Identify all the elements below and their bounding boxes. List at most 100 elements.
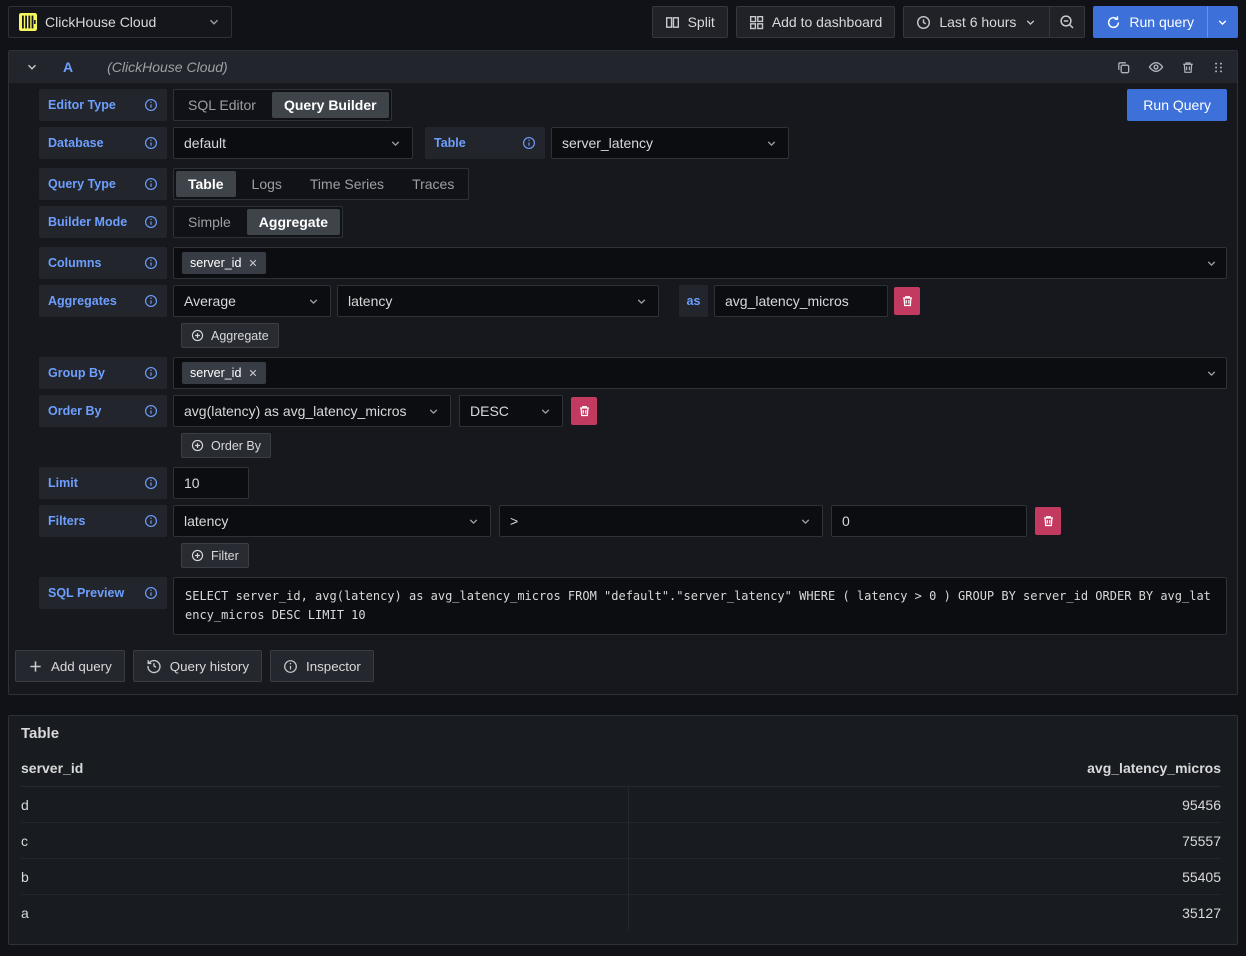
eye-icon[interactable]: [1148, 59, 1164, 75]
clickhouse-logo-icon: [19, 13, 37, 31]
split-label: Split: [688, 14, 715, 30]
sync-icon: [1106, 15, 1121, 30]
query-datasource-hint: (ClickHouse Cloud): [107, 59, 228, 75]
info-icon[interactable]: [144, 476, 158, 490]
collapse-chevron-icon[interactable]: [25, 60, 39, 74]
builder-mode-label: Builder Mode: [48, 215, 127, 229]
builder-mode-option-simple[interactable]: Simple: [174, 209, 245, 235]
chevron-down-icon: [635, 295, 648, 308]
order-by-field-select[interactable]: avg(latency) as avg_latency_micros: [173, 395, 451, 427]
filters-label-cell: Filters: [39, 505, 167, 537]
aggregate-function-select[interactable]: Average: [173, 285, 331, 317]
remove-aggregate-button[interactable]: [894, 287, 920, 315]
inspector-label: Inspector: [306, 659, 361, 674]
add-filter-subrow: Filter: [181, 543, 1227, 568]
query-type-option-traces[interactable]: Traces: [398, 171, 468, 197]
add-query-label: Add query: [51, 659, 112, 674]
x-icon[interactable]: [248, 368, 258, 378]
table-cell-value: 35127: [629, 905, 1221, 921]
add-filter-button[interactable]: Filter: [181, 543, 249, 568]
order-by-label: Order By: [48, 404, 102, 418]
aggregate-alias-input[interactable]: [714, 285, 888, 317]
filter-operator-select[interactable]: >: [499, 505, 823, 537]
database-label-cell: Database: [39, 127, 167, 159]
run-query-inline-button[interactable]: Run Query: [1127, 89, 1227, 121]
info-icon[interactable]: [144, 256, 158, 270]
add-aggregate-button[interactable]: Aggregate: [181, 323, 279, 348]
info-icon[interactable]: [144, 177, 158, 191]
query-type-label: Query Type: [48, 177, 116, 191]
group-by-multiselect[interactable]: server_id: [173, 357, 1227, 389]
duplicate-query-button[interactable]: [1116, 60, 1131, 75]
add-order-by-button[interactable]: Order By: [181, 433, 271, 458]
info-icon[interactable]: [144, 514, 158, 528]
table-row[interactable]: b 55405: [21, 859, 1221, 895]
info-icon[interactable]: [144, 136, 158, 150]
editor-type-option-sql-editor[interactable]: SQL Editor: [174, 92, 270, 118]
query-type-option-logs[interactable]: Logs: [238, 171, 296, 197]
add-order-by-subrow: Order By: [181, 433, 1227, 458]
info-icon[interactable]: [144, 294, 158, 308]
delete-query-button[interactable]: [1181, 60, 1195, 75]
editor-type-option-query-builder[interactable]: Query Builder: [272, 92, 389, 118]
table-select[interactable]: server_latency: [551, 127, 789, 159]
info-icon[interactable]: [144, 98, 158, 112]
remove-filter-button[interactable]: [1035, 507, 1061, 535]
query-history-label: Query history: [170, 659, 249, 674]
table-row[interactable]: a 35127: [21, 895, 1221, 931]
inspector-button[interactable]: Inspector: [270, 650, 374, 682]
table-label-cell: Table: [425, 127, 545, 159]
circle-plus-icon: [191, 439, 204, 452]
query-builder-body: Run Query Editor Type SQL Editor Query B…: [9, 83, 1237, 635]
chevron-down-icon: [1205, 367, 1218, 380]
limit-row: Limit: [39, 467, 1227, 499]
query-type-option-table[interactable]: Table: [176, 171, 236, 197]
database-table-row: Database default Table server_latency: [39, 127, 1227, 159]
run-query-caret-button[interactable]: [1207, 6, 1238, 38]
filter-field-select[interactable]: latency: [173, 505, 491, 537]
query-type-option-time-series[interactable]: Time Series: [296, 171, 398, 197]
info-icon[interactable]: [144, 586, 158, 600]
drag-handle-icon[interactable]: [1212, 60, 1225, 75]
datasource-picker[interactable]: ClickHouse Cloud: [8, 6, 232, 38]
table-value: server_latency: [562, 135, 653, 151]
table-column-header-server-id[interactable]: server_id: [21, 760, 83, 776]
columns-chip-label: server_id: [190, 256, 241, 270]
database-select[interactable]: default: [173, 127, 413, 159]
filters-row: Filters latency >: [39, 505, 1227, 537]
aggregate-column-select[interactable]: latency: [337, 285, 659, 317]
split-button[interactable]: Split: [652, 6, 728, 38]
filter-value-input[interactable]: [831, 505, 1027, 537]
order-by-direction-value: DESC: [470, 403, 509, 419]
chevron-down-icon: [765, 137, 778, 150]
add-query-button[interactable]: Add query: [15, 650, 125, 682]
remove-order-by-button[interactable]: [571, 397, 597, 425]
table-row[interactable]: d 95456: [21, 787, 1221, 823]
info-icon[interactable]: [522, 136, 536, 150]
add-to-dashboard-button[interactable]: Add to dashboard: [736, 6, 896, 38]
zoom-out-button[interactable]: [1050, 6, 1085, 38]
query-type-label-cell: Query Type: [39, 168, 167, 200]
query-history-button[interactable]: Query history: [133, 650, 262, 682]
chevron-down-icon: [1205, 257, 1218, 270]
order-by-label-cell: Order By: [39, 395, 167, 427]
info-icon[interactable]: [144, 366, 158, 380]
table-row[interactable]: c 75557: [21, 823, 1221, 859]
info-icon[interactable]: [144, 215, 158, 229]
limit-input[interactable]: [173, 467, 249, 499]
run-query-button[interactable]: Run query: [1093, 6, 1207, 38]
query-ref-id[interactable]: A: [63, 59, 73, 75]
info-icon[interactable]: [144, 404, 158, 418]
table-column-header-avg-latency[interactable]: avg_latency_micros: [1087, 760, 1221, 776]
add-aggregate-subrow: Aggregate: [181, 323, 1227, 348]
query-editor-panel: A (ClickHouse Cloud) Run Query Editor Ty…: [8, 50, 1238, 695]
run-query-label: Run query: [1129, 14, 1194, 30]
sql-preview-text: SELECT server_id, avg(latency) as avg_la…: [173, 577, 1227, 635]
time-range-button[interactable]: Last 6 hours: [903, 6, 1050, 38]
x-icon[interactable]: [248, 258, 258, 268]
columns-multiselect[interactable]: server_id: [173, 247, 1227, 279]
builder-mode-option-aggregate[interactable]: Aggregate: [247, 209, 340, 235]
columns-label: Columns: [48, 256, 101, 270]
order-by-direction-select[interactable]: DESC: [459, 395, 563, 427]
zoom-out-icon: [1059, 14, 1075, 30]
